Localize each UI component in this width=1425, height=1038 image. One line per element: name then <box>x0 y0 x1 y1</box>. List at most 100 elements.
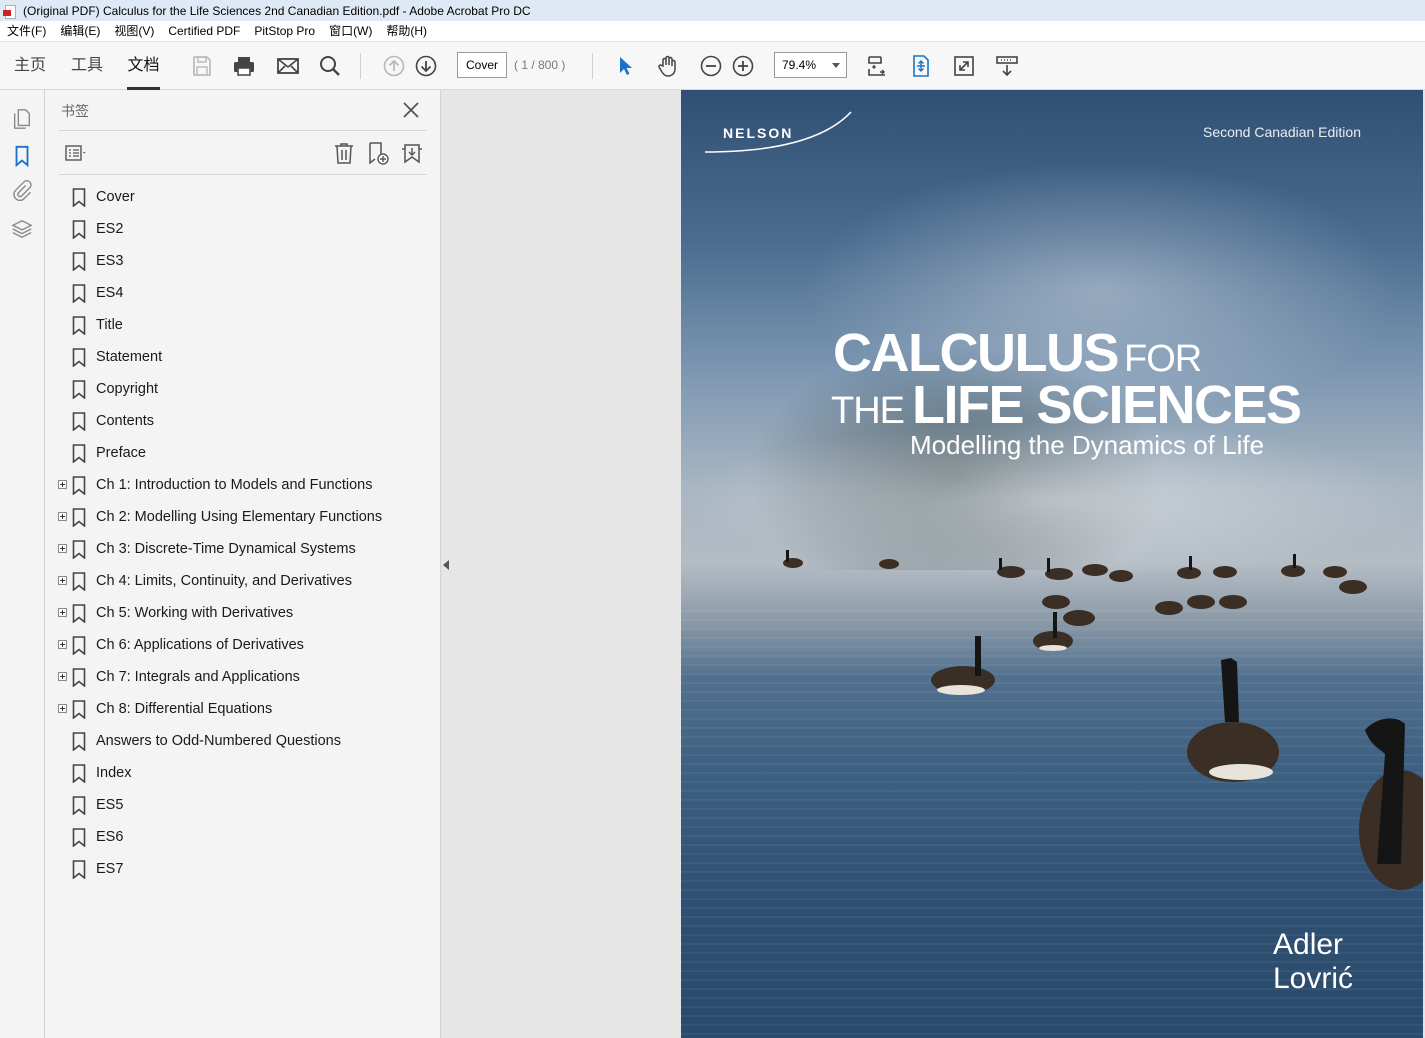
bookmark-item[interactable]: Ch 7: Integrals and Applications <box>45 661 441 693</box>
bookmark-icon <box>72 828 86 847</box>
bookmark-item[interactable]: Ch 5: Working with Derivatives <box>45 597 441 629</box>
zoom-out-icon[interactable] <box>697 52 725 80</box>
expand-icon[interactable] <box>58 544 67 553</box>
page-count: ( 1 / 800 ) <box>514 58 566 72</box>
bookmark-item[interactable]: Cover <box>45 181 441 213</box>
select-cursor-icon[interactable] <box>611 52 639 80</box>
title-the: THE <box>831 390 905 432</box>
expand-icon[interactable] <box>58 672 67 681</box>
attachments-icon[interactable] <box>9 178 35 204</box>
panel-title: 书签 <box>61 103 89 119</box>
tab-home[interactable]: 主页 <box>12 42 48 90</box>
bookmark-label: ES7 <box>96 861 124 877</box>
bookmark-label: ES2 <box>96 221 124 237</box>
bookmarks-icon[interactable] <box>9 143 35 169</box>
read-mode-icon[interactable] <box>993 52 1021 80</box>
bookmark-icon <box>72 188 86 207</box>
bookmark-item[interactable]: Ch 2: Modelling Using Elementary Functio… <box>45 501 441 533</box>
zoom-level-select[interactable]: 79.4% <box>774 52 847 78</box>
page-display-icon[interactable] <box>863 52 891 80</box>
zoom-in-icon[interactable] <box>729 52 757 80</box>
bookmark-item[interactable]: Answers to Odd-Numbered Questions <box>45 725 441 757</box>
bookmark-item[interactable]: Ch 6: Applications of Derivatives <box>45 629 441 661</box>
bookmark-item[interactable]: Title <box>45 309 441 341</box>
collapse-panel-icon[interactable] <box>443 560 449 570</box>
expand-bookmark-icon[interactable] <box>399 140 425 166</box>
menu-edit[interactable]: 编辑(E) <box>53 21 107 42</box>
chevron-down-icon <box>832 63 840 68</box>
bookmark-label: Statement <box>96 349 163 365</box>
acrobat-window: (Original PDF) Calculus for the Life Sci… <box>0 0 1425 1038</box>
previous-page-icon[interactable] <box>380 52 408 80</box>
page-number-input[interactable]: Cover <box>457 52 507 78</box>
menu-certified-pdf[interactable]: Certified PDF <box>161 21 247 42</box>
bookmark-label: Ch 7: Integrals and Applications <box>96 669 300 685</box>
menu-window[interactable]: 窗口(W) <box>322 21 379 42</box>
bookmark-label: Ch 1: Introduction to Models and Functio… <box>96 477 373 493</box>
tab-document[interactable]: 文档 <box>127 42 160 90</box>
bookmark-item[interactable]: Ch 1: Introduction to Models and Functio… <box>45 469 441 501</box>
bookmark-options-icon[interactable] <box>63 140 89 166</box>
layers-icon[interactable] <box>9 216 35 242</box>
toolbar-separator <box>360 53 361 79</box>
menu-file[interactable]: 文件(F) <box>0 21 53 42</box>
bookmark-icon <box>72 252 86 271</box>
menu-bar: 文件(F) 编辑(E) 视图(V) Certified PDF PitStop … <box>0 21 1425 42</box>
bookmark-item[interactable]: ES5 <box>45 789 441 821</box>
bookmark-label: Cover <box>96 189 135 205</box>
bookmark-item[interactable]: ES2 <box>45 213 441 245</box>
search-icon[interactable] <box>316 52 344 80</box>
expand-icon[interactable] <box>58 608 67 617</box>
bookmark-icon <box>72 668 86 687</box>
edition-label: Second Canadian Edition <box>1202 124 1361 140</box>
bookmark-item[interactable]: Ch 4: Limits, Continuity, and Derivative… <box>45 565 441 597</box>
expand-icon[interactable] <box>58 480 67 489</box>
expand-icon[interactable] <box>58 512 67 521</box>
bookmark-item[interactable]: Preface <box>45 437 441 469</box>
save-icon[interactable] <box>188 52 216 80</box>
bookmark-item[interactable]: ES6 <box>45 821 441 853</box>
bookmark-icon <box>72 380 86 399</box>
window-title: (Original PDF) Calculus for the Life Sci… <box>23 3 531 18</box>
book-subtitle: Modelling the Dynamics of Life <box>910 430 1265 460</box>
fit-page-icon[interactable] <box>907 52 935 80</box>
title-life-sciences: LIFE SCIENCES <box>912 375 1302 435</box>
publisher-logo: NELSON <box>723 125 794 141</box>
bookmark-icon <box>72 860 86 879</box>
menu-help[interactable]: 帮助(H) <box>379 21 434 42</box>
expand-icon[interactable] <box>58 704 67 713</box>
hand-tool-icon[interactable] <box>654 52 682 80</box>
menu-view[interactable]: 视图(V) <box>107 21 161 42</box>
bookmark-item[interactable]: Copyright <box>45 373 441 405</box>
bookmark-item[interactable]: Ch 8: Differential Equations <box>45 693 441 725</box>
bookmark-item[interactable]: ES4 <box>45 277 441 309</box>
bookmark-item[interactable]: Statement <box>45 341 441 373</box>
pdf-file-icon <box>3 4 17 19</box>
close-icon[interactable] <box>401 100 421 120</box>
page-thumbnails-icon[interactable] <box>9 106 35 132</box>
bookmark-label: Ch 4: Limits, Continuity, and Derivative… <box>96 573 353 589</box>
menu-pitstop-pro[interactable]: PitStop Pro <box>247 21 322 42</box>
pdf-cover-page: NELSON Second Canadian Edition CALCULUS F… <box>681 90 1423 1038</box>
bookmark-item[interactable]: Contents <box>45 405 441 437</box>
expand-icon[interactable] <box>58 640 67 649</box>
bookmark-item[interactable]: ES3 <box>45 245 441 277</box>
full-screen-icon[interactable] <box>950 52 978 80</box>
bookmark-icon <box>72 476 86 495</box>
author-name: Lovrić <box>1273 962 1354 995</box>
bookmark-label: Contents <box>96 413 155 429</box>
expand-icon[interactable] <box>58 576 67 585</box>
bookmark-item[interactable]: Index <box>45 757 441 789</box>
delete-bookmark-icon[interactable] <box>331 140 357 166</box>
next-page-icon[interactable] <box>412 52 440 80</box>
bookmark-icon <box>72 636 86 655</box>
tab-tools[interactable]: 工具 <box>70 42 104 90</box>
bookmark-item[interactable]: ES7 <box>45 853 441 885</box>
cover-geese-illustration <box>783 550 1423 890</box>
bookmark-icon <box>72 796 86 815</box>
new-bookmark-icon[interactable] <box>365 140 391 166</box>
email-icon[interactable] <box>274 52 302 80</box>
print-icon[interactable] <box>230 52 258 80</box>
bookmark-item[interactable]: Ch 3: Discrete-Time Dynamical Systems <box>45 533 441 565</box>
bookmark-icon <box>72 540 86 559</box>
